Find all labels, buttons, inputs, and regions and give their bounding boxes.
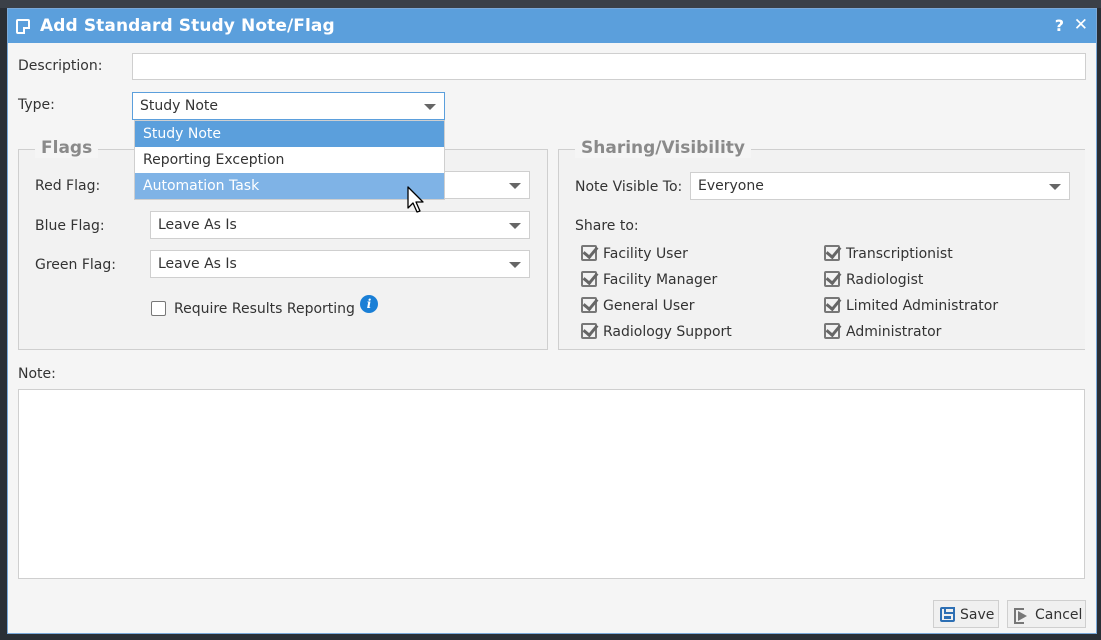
sharing-legend: Sharing/Visibility [575, 138, 751, 158]
sharing-group: Sharing/Visibility Note Visible To: Ever… [558, 138, 1085, 350]
share-general-user-checkbox[interactable] [581, 297, 597, 313]
blue-flag-label: Blue Flag: [35, 218, 105, 234]
share-radiologist-checkbox[interactable] [824, 271, 840, 287]
type-option-study-note[interactable]: Study Note [135, 121, 444, 147]
description-input[interactable] [132, 53, 1086, 80]
blue-flag-value: Leave As Is [158, 217, 237, 233]
note-label: Note: [18, 366, 56, 382]
share-administrator-label: Administrator [846, 324, 942, 340]
share-facility-manager-checkbox[interactable] [581, 271, 597, 287]
type-option-automation-task[interactable]: Automation Task [135, 173, 444, 199]
red-flag-label: Red Flag: [35, 178, 101, 194]
cancel-button-label: Cancel [1035, 607, 1083, 623]
share-limited-administrator-checkbox[interactable] [824, 297, 840, 313]
save-icon [940, 607, 955, 622]
dialog-titlebar[interactable]: Add Standard Study Note/Flag ? ✕ [8, 9, 1096, 43]
share-transcriptionist-label: Transcriptionist [846, 246, 953, 262]
chevron-down-icon [509, 223, 521, 229]
chevron-down-icon [1049, 184, 1061, 190]
info-icon[interactable]: i [360, 295, 378, 313]
require-results-checkbox[interactable] [151, 301, 166, 316]
share-general-user-label: General User [603, 298, 695, 314]
share-limited-administrator-label: Limited Administrator [846, 298, 999, 314]
green-flag-label: Green Flag: [35, 257, 116, 273]
share-facility-manager-label: Facility Manager [603, 272, 718, 288]
share-radiology-support-label: Radiology Support [603, 324, 732, 340]
dialog-title: Add Standard Study Note/Flag [40, 16, 335, 36]
share-facility-user-label: Facility User [603, 246, 688, 262]
help-button[interactable]: ? [1055, 16, 1064, 35]
save-button-label: Save [960, 607, 995, 623]
mouse-pointer-icon [407, 186, 424, 213]
require-results-label: Require Results Reporting [174, 301, 355, 317]
description-label: Description: [18, 58, 103, 74]
background-window-strip [0, 0, 1101, 8]
share-administrator-checkbox[interactable] [824, 323, 840, 339]
add-note-dialog: Add Standard Study Note/Flag ? ✕ Descrip… [7, 8, 1097, 634]
share-radiologist-label: Radiologist [846, 272, 924, 288]
close-button[interactable]: ✕ [1074, 15, 1088, 35]
visible-to-value: Everyone [698, 178, 764, 194]
share-radiology-support-checkbox[interactable] [581, 323, 597, 339]
share-to-label: Share to: [575, 218, 639, 234]
type-select[interactable]: Study Note [132, 92, 445, 120]
chevron-down-icon [509, 262, 521, 268]
share-facility-user-checkbox[interactable] [581, 245, 597, 261]
share-transcriptionist-checkbox[interactable] [824, 245, 840, 261]
visible-to-select[interactable]: Everyone [690, 172, 1070, 200]
save-button[interactable]: Save [933, 600, 999, 628]
flags-legend: Flags [35, 138, 99, 158]
blue-flag-select[interactable]: Leave As Is [150, 211, 530, 239]
chevron-down-icon [509, 183, 521, 189]
note-textarea[interactable] [18, 389, 1085, 579]
visible-to-label: Note Visible To: [575, 179, 683, 195]
type-label: Type: [18, 97, 55, 113]
type-option-reporting-exception[interactable]: Reporting Exception [135, 147, 444, 173]
sign-out-icon [1014, 608, 1028, 624]
note-icon [16, 19, 30, 34]
type-select-value: Study Note [140, 98, 219, 114]
cancel-button[interactable]: Cancel [1007, 600, 1086, 628]
type-dropdown-list: Study Note Reporting Exception Automatio… [134, 120, 445, 200]
green-flag-select[interactable]: Leave As Is [150, 250, 530, 278]
green-flag-value: Leave As Is [158, 256, 237, 272]
chevron-down-icon [424, 104, 436, 110]
